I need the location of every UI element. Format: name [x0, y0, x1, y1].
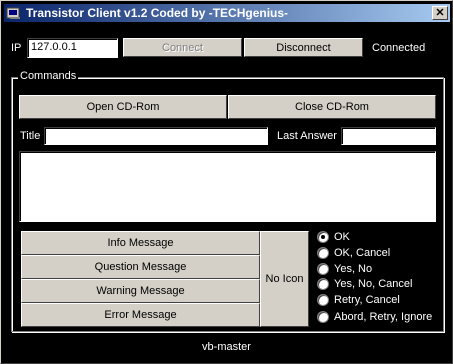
- open-cd-button[interactable]: Open CD-Rom: [19, 95, 227, 119]
- main-window: Transistor Client v1.2 Coded by -TECHgen…: [0, 0, 453, 364]
- question-message-button[interactable]: Question Message: [21, 255, 260, 279]
- radio-button[interactable]: [317, 294, 329, 306]
- radio-button[interactable]: [317, 311, 329, 323]
- radio-yes-no[interactable]: Yes, No: [317, 263, 372, 275]
- radio-yes-no-label: Yes, No: [334, 263, 373, 275]
- disconnect-button[interactable]: Disconnect: [244, 38, 363, 57]
- radio-ok-cancel[interactable]: OK, Cancel: [317, 247, 390, 259]
- ip-label: IP: [11, 42, 22, 54]
- radio-yes-no-cancel-label: Yes, No, Cancel: [334, 278, 413, 290]
- title-bar[interactable]: Transistor Client v1.2 Coded by -TECHgen…: [4, 4, 450, 22]
- no-icon-button[interactable]: No Icon: [260, 231, 309, 327]
- radio-ok-label: OK: [334, 231, 350, 243]
- error-message-button[interactable]: Error Message: [21, 303, 260, 327]
- radio-retry-cancel[interactable]: Retry, Cancel: [317, 294, 400, 306]
- connection-status: Connected: [372, 42, 426, 54]
- commands-frame-title: Commands: [18, 70, 79, 82]
- radio-button[interactable]: [317, 278, 329, 290]
- footer-credit: vb-master: [202, 341, 251, 353]
- close-cd-button[interactable]: Close CD-Rom: [228, 95, 436, 119]
- info-message-button[interactable]: Info Message: [21, 231, 260, 255]
- radio-retry-cancel-label: Retry, Cancel: [334, 294, 400, 306]
- last-answer-field[interactable]: [341, 127, 436, 145]
- app-icon: [6, 7, 20, 19]
- title-label: Title: [20, 130, 41, 142]
- radio-ok[interactable]: OK: [317, 231, 350, 243]
- radio-button-selected[interactable]: [317, 231, 329, 243]
- radio-abort-retry-ignore[interactable]: Abord, Retry, Ignore: [317, 311, 432, 323]
- connect-button[interactable]: Connect: [123, 38, 242, 57]
- radio-button[interactable]: [317, 247, 329, 259]
- radio-button[interactable]: [317, 263, 329, 275]
- message-textarea[interactable]: [19, 151, 436, 222]
- radio-yes-no-cancel[interactable]: Yes, No, Cancel: [317, 278, 412, 290]
- radio-ok-cancel-label: OK, Cancel: [334, 247, 391, 259]
- ip-input[interactable]: 127.0.0.1: [27, 38, 118, 58]
- last-answer-label: Last Answer: [277, 130, 337, 142]
- radio-abort-retry-ignore-label: Abord, Retry, Ignore: [334, 311, 433, 323]
- warning-message-button[interactable]: Warning Message: [21, 279, 260, 303]
- close-button[interactable]: ✕: [432, 6, 448, 20]
- window-title: Transistor Client v1.2 Coded by -TECHgen…: [26, 6, 289, 20]
- title-input[interactable]: [44, 127, 268, 145]
